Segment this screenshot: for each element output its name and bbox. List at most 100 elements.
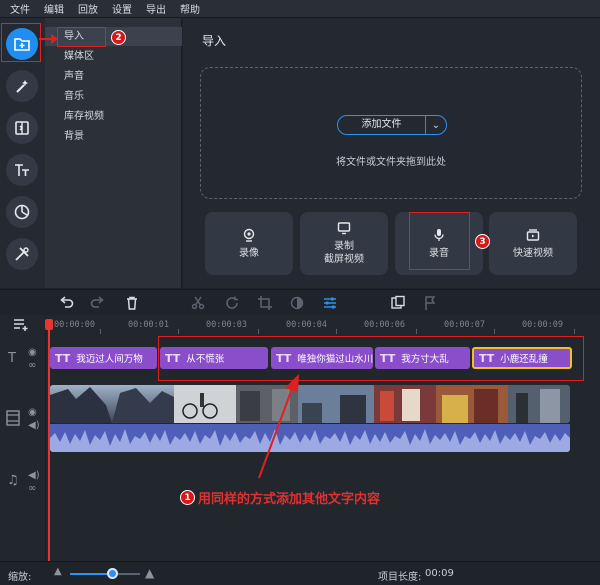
crop-button[interactable] xyxy=(257,295,273,311)
ruler-label: 00:00:01 xyxy=(128,320,169,330)
undo-button[interactable] xyxy=(58,295,74,311)
project-length-value: 00:09 xyxy=(425,568,454,579)
highlight-import-category xyxy=(57,27,106,47)
scissors-icon xyxy=(191,296,205,310)
music-track-icon: ♫ xyxy=(7,473,19,488)
title-clip[interactable]: TT 我迈过人间万物 xyxy=(50,347,157,369)
category-music[interactable]: 音乐 xyxy=(45,87,182,106)
menu-export[interactable]: 导出 xyxy=(146,1,166,16)
music-volume-icon[interactable]: ◀) xyxy=(28,470,40,481)
timeline-toolbar xyxy=(0,289,600,315)
import-category-list: 导入 媒体区 声音 音乐 库存视频 背景 xyxy=(45,18,182,288)
video-volume-icon[interactable]: ◀) xyxy=(28,420,40,431)
webcam-icon xyxy=(243,228,255,242)
record-video-button[interactable]: 录像 xyxy=(205,212,293,275)
record-screencast-label: 录制 截屏视频 xyxy=(324,241,364,265)
insert-media-button[interactable] xyxy=(390,295,406,311)
instruction-note: 1 用同样的方式添加其他文字内容 xyxy=(180,488,380,507)
pie-clock-icon xyxy=(14,204,30,220)
rotate-button[interactable] xyxy=(224,295,240,311)
transitions-tab-button[interactable] xyxy=(6,112,38,144)
title-clip-text: 我迈过人间万物 xyxy=(76,354,143,365)
step-badge-2: 2 xyxy=(111,30,126,45)
time-ruler[interactable]: 00:00:00 00:00:01 00:00:03 00:00:04 00:0… xyxy=(46,315,600,335)
undo-icon xyxy=(60,296,74,308)
add-file-button[interactable]: 添加文件 ⌄ xyxy=(337,115,447,135)
ruler-label: 00:00:06 xyxy=(364,320,405,330)
import-panel: 导入 添加文件 ⌄ 将文件或文件夹拖到此处 录像 录制 截屏视频 录音 快速视频 xyxy=(183,18,600,288)
redo-button[interactable] xyxy=(90,295,106,311)
ruler-tick xyxy=(416,329,417,334)
marker-button[interactable] xyxy=(422,295,438,311)
panel-title: 导入 xyxy=(202,34,227,48)
waveform-graphic xyxy=(50,429,570,452)
arrow-icon xyxy=(39,34,58,44)
quick-video-button[interactable]: 快速视频 xyxy=(489,212,577,275)
drop-hint: 将文件或文件夹拖到此处 xyxy=(336,157,446,168)
ruler-tick xyxy=(336,329,337,334)
menu-settings[interactable]: 设置 xyxy=(112,1,132,16)
menu-playback[interactable]: 回放 xyxy=(78,1,98,16)
zoom-slider-fill xyxy=(70,573,112,575)
zoom-out-icon[interactable]: ▲ xyxy=(54,566,62,577)
video-clip[interactable] xyxy=(50,385,570,423)
redo-icon xyxy=(90,296,104,308)
ruler-tick xyxy=(494,329,495,334)
menu-help[interactable]: 帮助 xyxy=(180,1,200,16)
status-bar: 缩放: ▲ ▲ 项目长度: 00:09 xyxy=(0,561,600,585)
stickers-tab-button[interactable] xyxy=(6,196,38,228)
rotate-icon xyxy=(226,296,238,309)
delete-button[interactable] xyxy=(124,295,140,311)
playhead-line xyxy=(48,329,50,561)
music-link-icon[interactable]: ∞ xyxy=(28,483,36,494)
eye-icon[interactable]: ◉ xyxy=(28,347,37,358)
tools-tab-button[interactable] xyxy=(6,238,38,270)
text-icon xyxy=(15,164,29,176)
insert-icon xyxy=(391,295,405,309)
step-badge-3: 3 xyxy=(475,234,490,249)
audio-waveform[interactable] xyxy=(50,424,570,452)
ruler-label: 00:00:00 xyxy=(54,320,95,330)
zoom-label: 缩放: xyxy=(8,572,32,583)
add-track-icon[interactable] xyxy=(13,317,31,331)
ruler-tick xyxy=(100,329,101,334)
ruler-tick xyxy=(574,329,575,334)
ruler-tick xyxy=(258,329,259,334)
category-sounds[interactable]: 声音 xyxy=(45,67,182,86)
record-screencast-button[interactable]: 录制 截屏视频 xyxy=(300,212,388,275)
highlight-record-audio xyxy=(409,212,470,270)
clip-properties-button[interactable] xyxy=(322,295,338,311)
menu-edit[interactable]: 编辑 xyxy=(44,1,64,16)
chevron-down-icon[interactable]: ⌄ xyxy=(426,120,446,131)
ruler-label: 00:00:04 xyxy=(286,320,327,330)
category-backgrounds[interactable]: 背景 xyxy=(45,127,182,146)
project-length-label: 项目长度: xyxy=(378,572,422,583)
category-stock-video[interactable]: 库存视频 xyxy=(45,107,182,126)
menu-file[interactable]: 文件 xyxy=(10,1,30,16)
step-badge-1: 1 xyxy=(180,490,195,505)
quick-video-label: 快速视频 xyxy=(513,247,553,259)
ruler-label: 00:00:09 xyxy=(522,320,563,330)
tools-icon xyxy=(15,247,29,261)
video-eye-icon[interactable]: ◉ xyxy=(28,407,37,418)
link-icon[interactable]: ∞ xyxy=(28,360,36,371)
color-adjust-button[interactable] xyxy=(289,295,305,311)
flag-icon xyxy=(425,296,436,310)
zoom-slider-handle[interactable] xyxy=(107,568,118,579)
cut-button[interactable] xyxy=(190,295,206,311)
video-thumbnails xyxy=(50,385,570,423)
effects-tab-button[interactable] xyxy=(6,70,38,102)
zoom-in-icon[interactable]: ▲ xyxy=(145,566,154,580)
quick-video-icon xyxy=(526,228,540,241)
category-media-bin[interactable]: 媒体区 xyxy=(45,47,182,66)
contrast-icon xyxy=(290,296,304,310)
highlight-title-clips xyxy=(158,336,584,381)
menu-bar: 文件 编辑 回放 设置 导出 帮助 xyxy=(0,0,600,18)
sliders-icon xyxy=(324,297,336,309)
record-video-label: 录像 xyxy=(239,247,259,259)
ruler-label: 00:00:07 xyxy=(444,320,485,330)
trash-icon xyxy=(127,296,137,310)
magic-wand-icon xyxy=(16,80,28,93)
file-drop-zone[interactable]: 添加文件 ⌄ 将文件或文件夹拖到此处 xyxy=(200,67,582,199)
titles-tab-button[interactable] xyxy=(6,154,38,186)
